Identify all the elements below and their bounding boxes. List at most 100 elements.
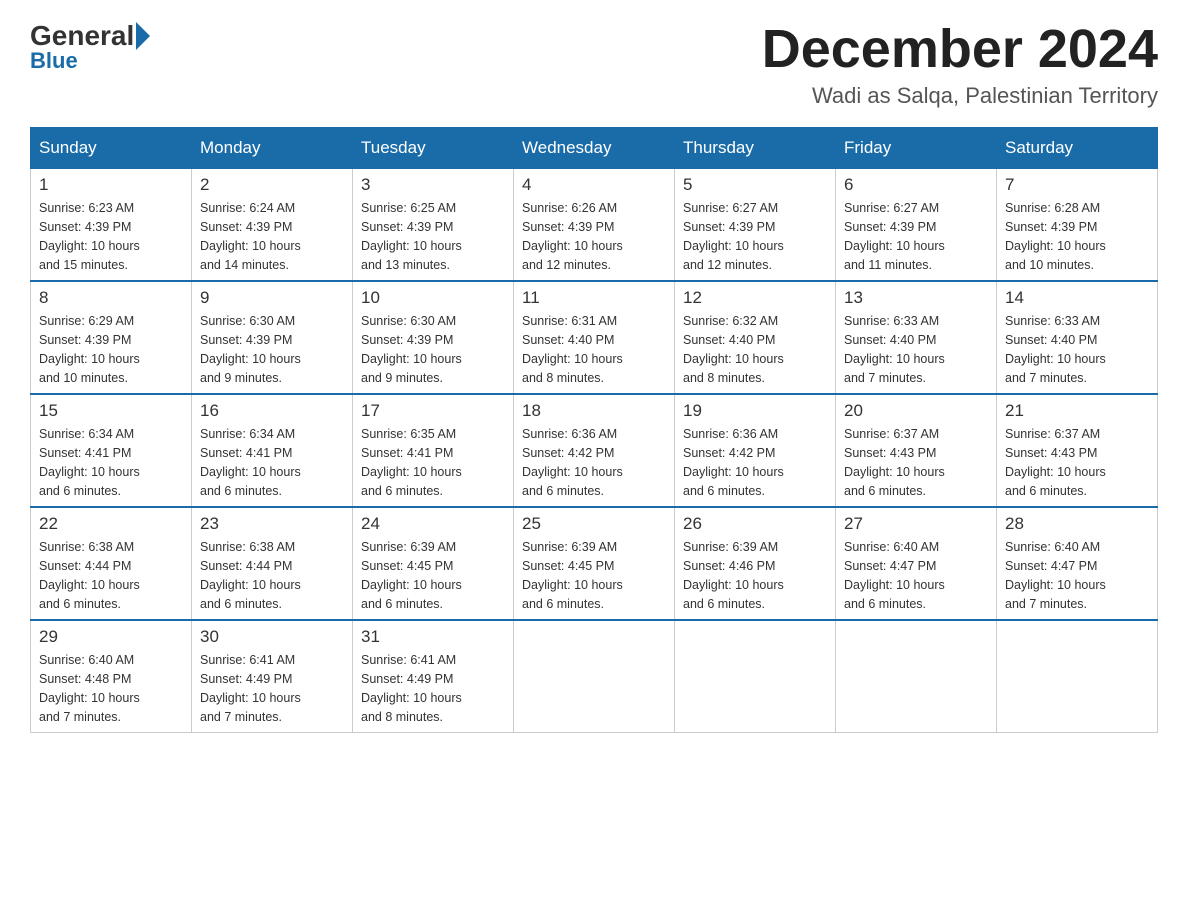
calendar-cell: 22 Sunrise: 6:38 AM Sunset: 4:44 PM Dayl… (31, 507, 192, 620)
calendar-cell: 21 Sunrise: 6:37 AM Sunset: 4:43 PM Dayl… (997, 394, 1158, 507)
day-info: Sunrise: 6:28 AM Sunset: 4:39 PM Dayligh… (1005, 199, 1149, 274)
calendar-cell: 3 Sunrise: 6:25 AM Sunset: 4:39 PM Dayli… (353, 169, 514, 282)
day-info: Sunrise: 6:40 AM Sunset: 4:48 PM Dayligh… (39, 651, 183, 726)
calendar-cell: 30 Sunrise: 6:41 AM Sunset: 4:49 PM Dayl… (192, 620, 353, 733)
logo: General Blue (30, 20, 152, 74)
day-info: Sunrise: 6:24 AM Sunset: 4:39 PM Dayligh… (200, 199, 344, 274)
calendar-header-row: Sunday Monday Tuesday Wednesday Thursday… (31, 128, 1158, 169)
day-number: 28 (1005, 514, 1149, 534)
calendar-cell: 1 Sunrise: 6:23 AM Sunset: 4:39 PM Dayli… (31, 169, 192, 282)
day-number: 18 (522, 401, 666, 421)
calendar-cell: 9 Sunrise: 6:30 AM Sunset: 4:39 PM Dayli… (192, 281, 353, 394)
col-thursday: Thursday (675, 128, 836, 169)
location-title: Wadi as Salqa, Palestinian Territory (762, 83, 1158, 109)
day-number: 5 (683, 175, 827, 195)
calendar-cell: 20 Sunrise: 6:37 AM Sunset: 4:43 PM Dayl… (836, 394, 997, 507)
day-number: 24 (361, 514, 505, 534)
calendar-week-row-1: 1 Sunrise: 6:23 AM Sunset: 4:39 PM Dayli… (31, 169, 1158, 282)
col-friday: Friday (836, 128, 997, 169)
col-saturday: Saturday (997, 128, 1158, 169)
day-info: Sunrise: 6:37 AM Sunset: 4:43 PM Dayligh… (844, 425, 988, 500)
day-number: 3 (361, 175, 505, 195)
day-number: 25 (522, 514, 666, 534)
calendar-cell: 13 Sunrise: 6:33 AM Sunset: 4:40 PM Dayl… (836, 281, 997, 394)
day-info: Sunrise: 6:36 AM Sunset: 4:42 PM Dayligh… (683, 425, 827, 500)
day-info: Sunrise: 6:37 AM Sunset: 4:43 PM Dayligh… (1005, 425, 1149, 500)
day-info: Sunrise: 6:38 AM Sunset: 4:44 PM Dayligh… (39, 538, 183, 613)
calendar-cell: 29 Sunrise: 6:40 AM Sunset: 4:48 PM Dayl… (31, 620, 192, 733)
calendar-cell (997, 620, 1158, 733)
day-info: Sunrise: 6:32 AM Sunset: 4:40 PM Dayligh… (683, 312, 827, 387)
calendar-cell (836, 620, 997, 733)
calendar-cell (514, 620, 675, 733)
day-info: Sunrise: 6:41 AM Sunset: 4:49 PM Dayligh… (200, 651, 344, 726)
calendar-cell: 4 Sunrise: 6:26 AM Sunset: 4:39 PM Dayli… (514, 169, 675, 282)
day-number: 19 (683, 401, 827, 421)
calendar-cell: 10 Sunrise: 6:30 AM Sunset: 4:39 PM Dayl… (353, 281, 514, 394)
logo-arrow-icon (136, 22, 150, 50)
day-info: Sunrise: 6:39 AM Sunset: 4:45 PM Dayligh… (522, 538, 666, 613)
day-number: 10 (361, 288, 505, 308)
calendar-table: Sunday Monday Tuesday Wednesday Thursday… (30, 127, 1158, 733)
col-sunday: Sunday (31, 128, 192, 169)
day-info: Sunrise: 6:29 AM Sunset: 4:39 PM Dayligh… (39, 312, 183, 387)
calendar-cell: 24 Sunrise: 6:39 AM Sunset: 4:45 PM Dayl… (353, 507, 514, 620)
calendar-cell: 7 Sunrise: 6:28 AM Sunset: 4:39 PM Dayli… (997, 169, 1158, 282)
col-wednesday: Wednesday (514, 128, 675, 169)
page-header: General Blue December 2024 Wadi as Salqa… (30, 20, 1158, 109)
day-info: Sunrise: 6:41 AM Sunset: 4:49 PM Dayligh… (361, 651, 505, 726)
day-number: 31 (361, 627, 505, 647)
calendar-cell: 26 Sunrise: 6:39 AM Sunset: 4:46 PM Dayl… (675, 507, 836, 620)
calendar-week-row-2: 8 Sunrise: 6:29 AM Sunset: 4:39 PM Dayli… (31, 281, 1158, 394)
day-number: 8 (39, 288, 183, 308)
day-info: Sunrise: 6:40 AM Sunset: 4:47 PM Dayligh… (844, 538, 988, 613)
day-number: 7 (1005, 175, 1149, 195)
calendar-cell: 8 Sunrise: 6:29 AM Sunset: 4:39 PM Dayli… (31, 281, 192, 394)
day-number: 1 (39, 175, 183, 195)
day-info: Sunrise: 6:36 AM Sunset: 4:42 PM Dayligh… (522, 425, 666, 500)
calendar-cell: 14 Sunrise: 6:33 AM Sunset: 4:40 PM Dayl… (997, 281, 1158, 394)
day-number: 11 (522, 288, 666, 308)
calendar-cell: 23 Sunrise: 6:38 AM Sunset: 4:44 PM Dayl… (192, 507, 353, 620)
day-number: 2 (200, 175, 344, 195)
calendar-cell: 2 Sunrise: 6:24 AM Sunset: 4:39 PM Dayli… (192, 169, 353, 282)
day-number: 17 (361, 401, 505, 421)
day-info: Sunrise: 6:30 AM Sunset: 4:39 PM Dayligh… (361, 312, 505, 387)
day-number: 12 (683, 288, 827, 308)
calendar-cell: 6 Sunrise: 6:27 AM Sunset: 4:39 PM Dayli… (836, 169, 997, 282)
calendar-cell (675, 620, 836, 733)
day-number: 20 (844, 401, 988, 421)
calendar-cell: 18 Sunrise: 6:36 AM Sunset: 4:42 PM Dayl… (514, 394, 675, 507)
day-info: Sunrise: 6:33 AM Sunset: 4:40 PM Dayligh… (844, 312, 988, 387)
day-number: 6 (844, 175, 988, 195)
calendar-cell: 5 Sunrise: 6:27 AM Sunset: 4:39 PM Dayli… (675, 169, 836, 282)
calendar-cell: 25 Sunrise: 6:39 AM Sunset: 4:45 PM Dayl… (514, 507, 675, 620)
day-info: Sunrise: 6:27 AM Sunset: 4:39 PM Dayligh… (844, 199, 988, 274)
month-title: December 2024 (762, 20, 1158, 79)
calendar-week-row-5: 29 Sunrise: 6:40 AM Sunset: 4:48 PM Dayl… (31, 620, 1158, 733)
calendar-week-row-3: 15 Sunrise: 6:34 AM Sunset: 4:41 PM Dayl… (31, 394, 1158, 507)
calendar-cell: 15 Sunrise: 6:34 AM Sunset: 4:41 PM Dayl… (31, 394, 192, 507)
day-info: Sunrise: 6:25 AM Sunset: 4:39 PM Dayligh… (361, 199, 505, 274)
calendar-cell: 28 Sunrise: 6:40 AM Sunset: 4:47 PM Dayl… (997, 507, 1158, 620)
day-number: 16 (200, 401, 344, 421)
day-info: Sunrise: 6:26 AM Sunset: 4:39 PM Dayligh… (522, 199, 666, 274)
day-info: Sunrise: 6:33 AM Sunset: 4:40 PM Dayligh… (1005, 312, 1149, 387)
calendar-cell: 27 Sunrise: 6:40 AM Sunset: 4:47 PM Dayl… (836, 507, 997, 620)
calendar-cell: 17 Sunrise: 6:35 AM Sunset: 4:41 PM Dayl… (353, 394, 514, 507)
calendar-cell: 19 Sunrise: 6:36 AM Sunset: 4:42 PM Dayl… (675, 394, 836, 507)
day-number: 22 (39, 514, 183, 534)
day-info: Sunrise: 6:35 AM Sunset: 4:41 PM Dayligh… (361, 425, 505, 500)
calendar-cell: 16 Sunrise: 6:34 AM Sunset: 4:41 PM Dayl… (192, 394, 353, 507)
day-number: 4 (522, 175, 666, 195)
day-info: Sunrise: 6:23 AM Sunset: 4:39 PM Dayligh… (39, 199, 183, 274)
calendar-cell: 31 Sunrise: 6:41 AM Sunset: 4:49 PM Dayl… (353, 620, 514, 733)
col-tuesday: Tuesday (353, 128, 514, 169)
calendar-week-row-4: 22 Sunrise: 6:38 AM Sunset: 4:44 PM Dayl… (31, 507, 1158, 620)
day-number: 30 (200, 627, 344, 647)
col-monday: Monday (192, 128, 353, 169)
day-info: Sunrise: 6:39 AM Sunset: 4:46 PM Dayligh… (683, 538, 827, 613)
day-number: 27 (844, 514, 988, 534)
day-info: Sunrise: 6:40 AM Sunset: 4:47 PM Dayligh… (1005, 538, 1149, 613)
day-number: 21 (1005, 401, 1149, 421)
